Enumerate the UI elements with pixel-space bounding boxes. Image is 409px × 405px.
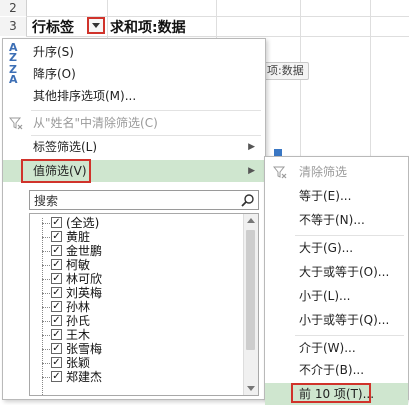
filter-clear-icon — [8, 112, 27, 138]
tree-connector — [42, 363, 50, 364]
between-item[interactable]: 介于(W)... — [265, 337, 408, 359]
checkbox[interactable]: ✓ — [51, 245, 62, 256]
grid-line — [26, 16, 409, 17]
not-equals-item[interactable]: 不等于(N)... — [265, 209, 408, 231]
tree-connector — [42, 321, 50, 322]
tree-connector — [42, 349, 50, 350]
tree-connector — [42, 293, 50, 294]
filter-dropdown-button[interactable] — [87, 17, 105, 34]
tree-connector — [42, 237, 50, 238]
clear-filter-item[interactable]: 从"姓名"中清除筛选(C) — [3, 112, 265, 134]
checkbox[interactable]: ✓ — [51, 301, 62, 312]
search-icon[interactable] — [241, 193, 255, 207]
equals-label: 等于(E)... — [299, 189, 352, 203]
annotation-box — [21, 159, 91, 183]
greater-or-equal-item[interactable]: 大于或等于(O)... — [265, 261, 408, 283]
clear-filter-subitem[interactable]: 清除筛选 — [265, 161, 408, 183]
not-equals-label: 不等于(N)... — [299, 213, 365, 227]
list-item-label: 张颖 — [66, 356, 91, 370]
list-item-label: 柯敏 — [66, 258, 91, 272]
vertical-scrollbar[interactable] — [243, 214, 258, 395]
greater-than-item[interactable]: 大于(G)... — [265, 237, 408, 259]
list-item-label: 孙林 — [66, 300, 91, 314]
sum-header-cell[interactable]: 求和项:数据 — [110, 17, 186, 37]
value-filter-submenu: 清除筛选 等于(E)... 不等于(N)... 大于(G)... 大于或等于(O… — [264, 156, 409, 405]
annotation-box — [291, 383, 371, 403]
more-sort-options-item[interactable]: 其他排序选项(M)... — [3, 85, 265, 107]
greater-than-label: 大于(G)... — [299, 241, 354, 255]
list-item-label: (全选) — [66, 216, 100, 230]
chevron-right-icon: ▶ — [248, 166, 255, 176]
filter-value-list[interactable]: ✓ (全选) ✓ 黄脏 ✓ 金世鹏 ✓ 柯敏 ✓ 林可欣 ✓ 刘英梅 ✓ 孙林 … — [29, 213, 259, 396]
list-item-label: 张雪梅 — [66, 342, 103, 356]
tree-connector — [42, 265, 50, 266]
scroll-down-icon[interactable] — [247, 386, 255, 391]
tree-connector — [42, 223, 50, 224]
scroll-up-icon[interactable] — [247, 218, 255, 223]
label-filter-item[interactable]: 标签筛选(L) ▶ — [3, 136, 265, 158]
search-input[interactable]: 搜索 — [29, 190, 259, 210]
row-header-2[interactable]: 2 — [0, 0, 27, 16]
row-header-3[interactable]: 3 — [0, 17, 27, 36]
pivot-field-chip[interactable]: 项:数据 — [262, 62, 309, 80]
sort-ascending-item[interactable]: AZ 升序(S) — [3, 41, 265, 63]
list-item-label: 黄脏 — [66, 230, 91, 244]
checkbox[interactable]: ✓ — [51, 273, 62, 284]
sort-ascending-label: 升序(S) — [33, 45, 74, 59]
label-filter-label: 标签筛选(L) — [33, 140, 98, 154]
checkbox[interactable]: ✓ — [51, 371, 62, 382]
tree-connector — [42, 377, 50, 378]
filter-menu: AZ 升序(S) ZA 降序(O) 其他排序选项(M)... 从"姓名"中清除筛… — [2, 38, 266, 400]
not-between-item[interactable]: 不介于(B)... — [265, 359, 408, 381]
greater-or-equal-label: 大于或等于(O)... — [299, 265, 390, 279]
not-between-label: 不介于(B)... — [299, 363, 365, 377]
list-item-label: 刘英梅 — [66, 286, 103, 300]
checkbox[interactable]: ✓ — [51, 343, 62, 354]
checkbox[interactable]: ✓ — [51, 315, 62, 326]
tree-connector — [42, 335, 50, 336]
list-item-label: 王木 — [66, 328, 91, 342]
less-than-item[interactable]: 小于(L)... — [265, 285, 408, 307]
checkbox[interactable]: ✓ — [51, 357, 62, 368]
sort-ascending-icon: AZ — [9, 41, 18, 64]
checkbox[interactable]: ✓ — [51, 329, 62, 340]
checkbox[interactable]: ✓ — [51, 287, 62, 298]
tree-connector — [42, 251, 50, 252]
menu-divider — [31, 110, 261, 111]
less-or-equal-label: 小于或等于(Q)... — [299, 313, 390, 327]
tree-connector — [42, 307, 50, 308]
sort-descending-icon: ZA — [9, 63, 18, 86]
less-than-label: 小于(L)... — [299, 289, 351, 303]
less-or-equal-item[interactable]: 小于或等于(Q)... — [265, 309, 408, 331]
between-label: 介于(W)... — [299, 341, 356, 355]
tree-connector — [42, 279, 50, 280]
row-labels-cell[interactable]: 行标签 — [32, 17, 74, 37]
list-item-label: 郑建杰 — [66, 370, 103, 384]
chevron-right-icon: ▶ — [248, 142, 255, 152]
clear-filter-label: 从"姓名"中清除筛选(C) — [33, 116, 158, 130]
sort-descending-label: 降序(O) — [33, 67, 76, 81]
menu-divider — [295, 235, 404, 236]
checkbox[interactable]: ✓ — [51, 259, 62, 270]
grid-line — [26, 36, 409, 37]
checkbox[interactable]: ✓ — [51, 231, 62, 242]
chevron-down-icon — [92, 23, 100, 28]
equals-item[interactable]: 等于(E)... — [265, 185, 408, 207]
list-item-label: 林可欣 — [66, 272, 103, 286]
filter-clear-icon — [272, 161, 287, 187]
more-sort-options-label: 其他排序选项(M)... — [33, 89, 137, 103]
list-item-label: 孙氏 — [66, 314, 91, 328]
list-item-label: 金世鹏 — [66, 244, 103, 258]
clear-filter-sublabel: 清除筛选 — [299, 165, 348, 179]
scrollbar-thumb[interactable] — [246, 230, 255, 350]
sort-descending-item[interactable]: ZA 降序(O) — [3, 63, 265, 85]
search-placeholder: 搜索 — [34, 194, 59, 208]
menu-divider — [295, 335, 404, 336]
checkbox[interactable]: ✓ — [51, 217, 62, 228]
